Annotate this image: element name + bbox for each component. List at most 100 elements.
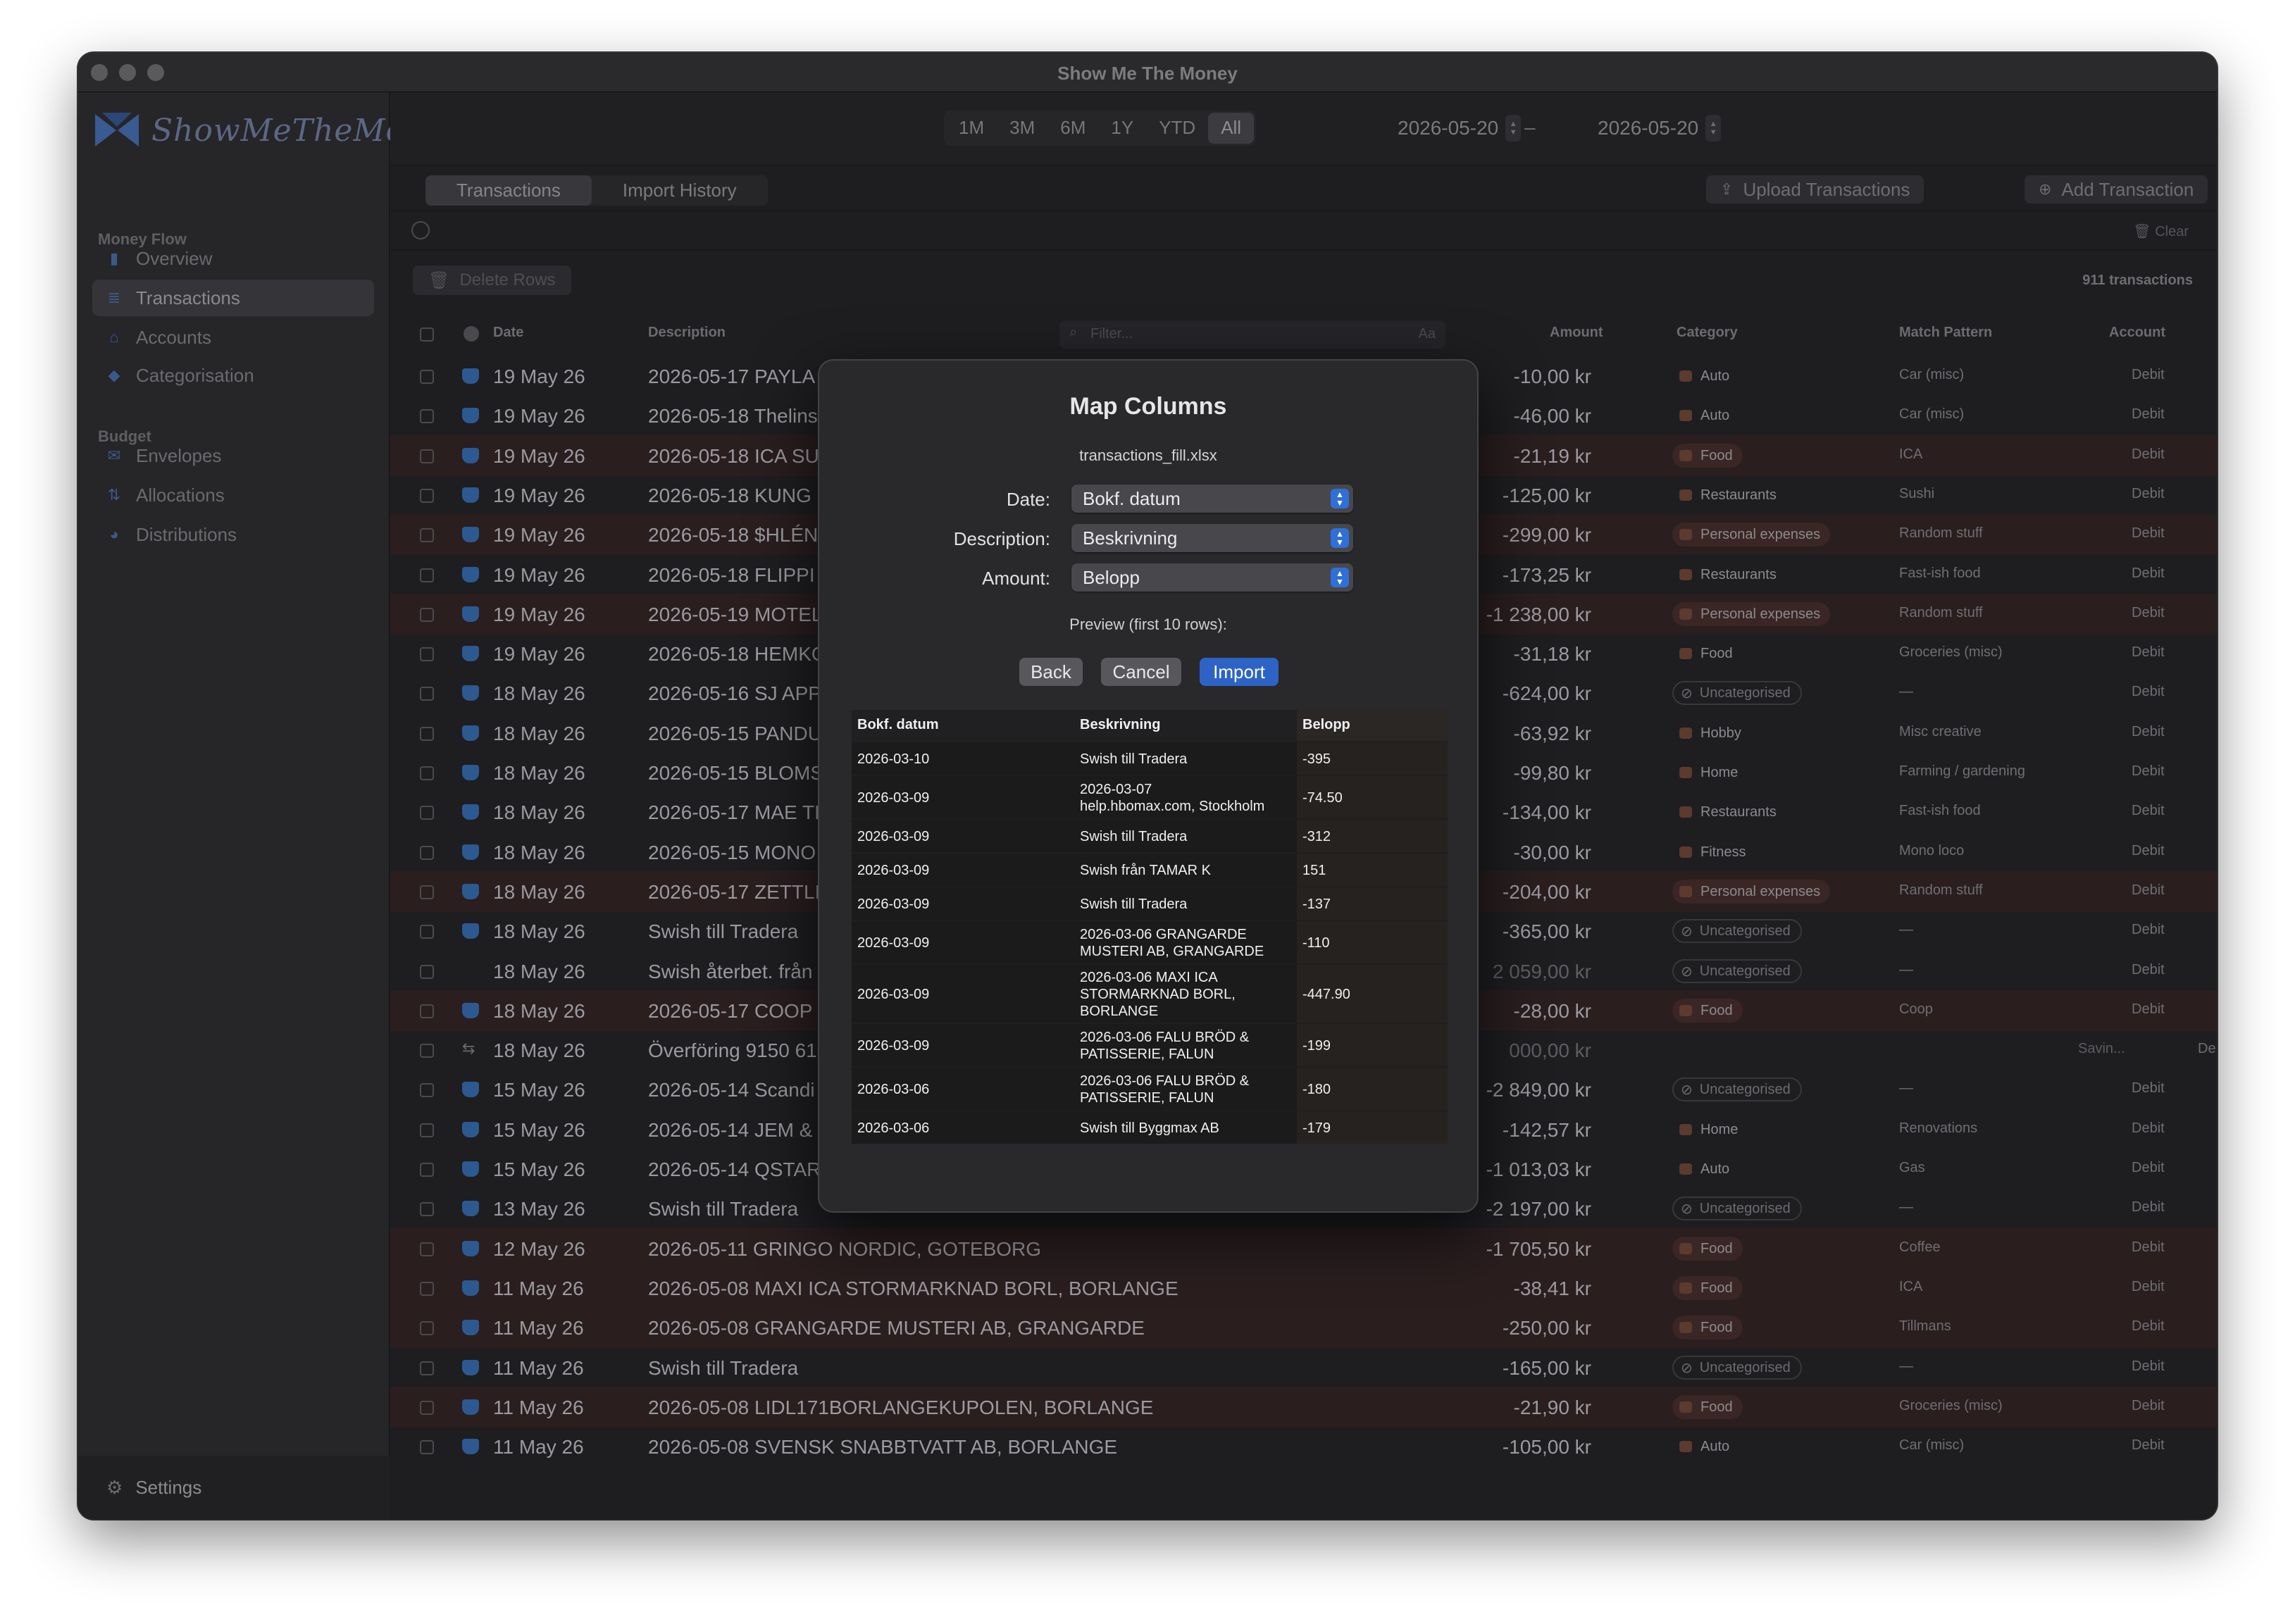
settings-button[interactable]: ⚙ Settings [78, 1456, 390, 1519]
end-date-stepper-icon[interactable]: ▲ ▼ [1705, 115, 1722, 142]
category-badge[interactable]: Food [1672, 1237, 1743, 1261]
row-checkbox[interactable] [420, 1282, 434, 1296]
table-row[interactable]: 11 May 26 2026-05-08 SVENSK SNABBTVATT AB… [390, 1426, 2217, 1467]
category-badge[interactable]: Personal expenses [1672, 880, 1831, 904]
range-1y-button[interactable]: 1Y [1098, 113, 1146, 144]
row-checkbox[interactable] [420, 965, 434, 979]
category-badge[interactable]: Food [1672, 1395, 1743, 1419]
category-badge[interactable]: Auto [1672, 1435, 1739, 1459]
sidebar-item-allocations[interactable]: ⇅ Allocations [92, 477, 374, 513]
upload-transactions-button[interactable]: ⇪ Upload Transactions [1706, 175, 1924, 204]
column-match-pattern[interactable]: Match Pattern [1899, 325, 1992, 341]
column-amount[interactable]: Amount [1550, 325, 1603, 341]
row-checkbox[interactable] [420, 885, 434, 899]
sidebar-item-transactions[interactable]: ≣ Transactions [92, 280, 374, 316]
range-3m-button[interactable]: 3M [997, 113, 1047, 144]
row-checkbox[interactable] [420, 1004, 434, 1018]
category-badge[interactable]: Food [1672, 444, 1743, 468]
sidebar-item-categorisation[interactable]: ◆ Categorisation [92, 357, 374, 394]
category-badge[interactable]: Food [1672, 1316, 1743, 1339]
start-date-stepper-icon[interactable]: ▲ ▼ [1505, 115, 1522, 142]
table-row[interactable]: 11 May 26 2026-05-08 GRANGARDE MUSTERI AB… [390, 1307, 2217, 1348]
row-checkbox[interactable] [420, 727, 434, 741]
row-checkbox[interactable] [420, 489, 434, 503]
category-badge[interactable]: Personal expenses [1672, 602, 1831, 626]
category-badge[interactable]: ⊘ Uncategorised [1672, 1197, 1802, 1220]
row-checkbox[interactable] [420, 1242, 434, 1256]
delete-rows-button[interactable]: 🗑 Delete Rows [413, 266, 571, 295]
sidebar-item-distributions[interactable]: ◕ Distributions [92, 516, 374, 553]
row-checkbox[interactable] [420, 409, 434, 423]
select-all-checkbox[interactable] [420, 327, 434, 342]
row-checkbox[interactable] [420, 1321, 434, 1335]
range-1m-button[interactable]: 1M [946, 113, 997, 144]
start-date-field[interactable]: 2026-05-20 ▲ ▼ [1398, 111, 1522, 146]
row-checkbox[interactable] [420, 925, 434, 939]
row-checkbox[interactable] [420, 766, 434, 780]
category-badge[interactable]: Restaurants [1672, 483, 1786, 507]
row-checkbox[interactable] [420, 449, 434, 463]
amount-column-select[interactable]: Belopp ▲ ▼ [1071, 563, 1353, 592]
sidebar-item-overview[interactable]: ▮ Overview [92, 240, 374, 277]
row-checkbox[interactable] [420, 1440, 434, 1454]
table-row[interactable]: 11 May 26 Swish till Tradera -165,00 kr ⊘ Un… [390, 1347, 2217, 1388]
row-checkbox[interactable] [420, 568, 434, 582]
sidebar-item-envelopes[interactable]: ✉ Envelopes [92, 437, 374, 474]
column-description[interactable]: Description [648, 325, 726, 341]
back-button[interactable]: Back [1019, 658, 1083, 686]
add-transaction-button[interactable]: ⊕ Add Transaction [2025, 175, 2208, 204]
category-badge[interactable]: Auto [1672, 364, 1739, 388]
row-checkbox[interactable] [420, 1123, 434, 1137]
category-badge[interactable]: Auto [1672, 404, 1739, 427]
row-checkbox[interactable] [420, 1163, 434, 1177]
table-row[interactable]: 12 May 26 2026-05-11 GRINGO NORDIC, GOTEB… [390, 1228, 2217, 1269]
row-checkbox[interactable] [420, 1083, 434, 1097]
tab-import-history[interactable]: Import History [592, 175, 768, 206]
tab-transactions[interactable]: Transactions [425, 175, 592, 206]
filter-icon[interactable] [411, 221, 430, 239]
row-checkbox[interactable] [420, 806, 434, 820]
match-case-toggle[interactable]: Aa [1419, 326, 1436, 342]
end-date-field[interactable]: 2026-05-20 ▲ ▼ [1598, 111, 1722, 146]
category-badge[interactable]: ⊘ Uncategorised [1672, 1078, 1802, 1101]
category-badge[interactable]: Food [1672, 642, 1743, 666]
row-checkbox[interactable] [420, 528, 434, 542]
description-column-select[interactable]: Beskrivning ▲ ▼ [1071, 524, 1353, 552]
range-ytd-button[interactable]: YTD [1146, 113, 1208, 144]
category-badge[interactable]: Food [1672, 1276, 1743, 1300]
import-button[interactable]: Import [1200, 658, 1279, 686]
row-checkbox[interactable] [420, 846, 434, 860]
cancel-button[interactable]: Cancel [1101, 658, 1181, 686]
category-badge[interactable]: Food [1672, 999, 1743, 1023]
sidebar-item-accounts[interactable]: ⌂ Accounts [92, 319, 374, 356]
row-checkbox[interactable] [420, 1401, 434, 1415]
row-checkbox[interactable] [420, 687, 434, 701]
category-badge[interactable]: Restaurants [1672, 800, 1786, 824]
row-checkbox[interactable] [420, 370, 434, 384]
category-badge[interactable]: Fitness [1672, 840, 1755, 864]
column-category[interactable]: Category [1677, 325, 1738, 341]
category-badge[interactable]: Auto [1672, 1157, 1739, 1181]
category-badge[interactable]: ⊘ Uncategorised [1672, 681, 1802, 705]
column-date[interactable]: Date [493, 325, 523, 341]
row-checkbox[interactable] [420, 1202, 434, 1216]
category-badge[interactable]: Hobby [1672, 721, 1751, 745]
category-badge[interactable]: ⊘ Uncategorised [1672, 919, 1802, 943]
date-column-select[interactable]: Bokf. datum ▲ ▼ [1071, 485, 1353, 513]
category-badge[interactable]: Restaurants [1672, 563, 1786, 587]
clear-filters-button[interactable]: 🗑 Clear [2133, 223, 2189, 240]
column-account[interactable]: Account [2109, 325, 2165, 341]
range-6m-button[interactable]: 6M [1047, 113, 1098, 144]
category-badge[interactable]: Home [1672, 1118, 1748, 1142]
row-checkbox[interactable] [420, 608, 434, 622]
range-all-button[interactable]: All [1208, 113, 1255, 144]
row-checkbox[interactable] [420, 647, 434, 661]
row-checkbox[interactable] [420, 1044, 434, 1058]
category-badge[interactable]: Home [1672, 761, 1748, 785]
category-badge[interactable]: ⊘ Uncategorised [1672, 959, 1802, 983]
row-checkbox[interactable] [420, 1361, 434, 1375]
table-row[interactable]: 11 May 26 2026-05-08 MAXI ICA STORMARKNAD… [390, 1268, 2217, 1308]
category-badge[interactable]: Personal expenses [1672, 523, 1831, 546]
table-row[interactable]: 11 May 26 2026-05-08 LIDL171BORLANGEKUPOL… [390, 1387, 2217, 1428]
category-badge[interactable]: ⊘ Uncategorised [1672, 1356, 1802, 1380]
